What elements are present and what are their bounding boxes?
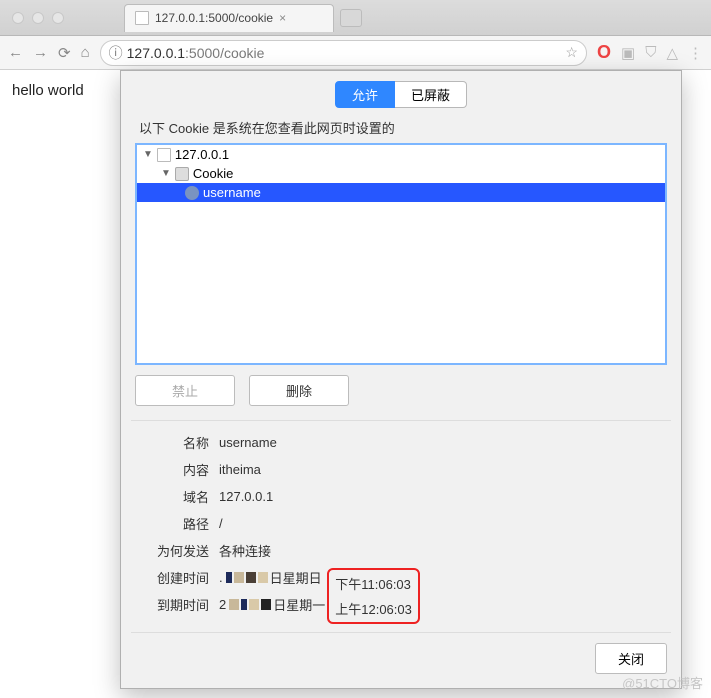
reload-icon[interactable]: ⟳	[58, 44, 71, 62]
disclosure-icon[interactable]: ▼	[143, 149, 153, 160]
warning-icon[interactable]: △	[666, 44, 678, 62]
browser-toolbar: ← → ⟳ ⌂ ⓘ 127.0.0.1:5000/cookie ☆ O ▣ ⛉ …	[0, 36, 711, 70]
created-time: 下午11:06:03	[335, 574, 412, 593]
cookie-dialog: 允许 已屏蔽 以下 Cookie 是系统在您查看此网页时设置的 ▼ 127.0.…	[120, 70, 682, 689]
expires-time: 上午12:06:03	[335, 599, 412, 618]
dialog-caption: 以下 Cookie 是系统在您查看此网页时设置的	[121, 114, 681, 143]
new-tab-button[interactable]	[340, 9, 362, 27]
opera-icon[interactable]: O	[597, 42, 611, 63]
redacted-icon	[226, 572, 268, 583]
label-domain: 域名	[139, 487, 209, 506]
label-created: 创建时间	[139, 568, 209, 587]
site-info-icon[interactable]: ⓘ	[109, 43, 123, 63]
watermark: @51CTO博客	[622, 673, 703, 692]
cookie-icon	[185, 186, 199, 200]
close-button[interactable]: 关闭	[595, 643, 667, 674]
value-send-for: 各种连接	[219, 541, 271, 560]
star-icon[interactable]: ☆	[565, 44, 578, 61]
tab-blocked[interactable]: 已屏蔽	[395, 81, 467, 108]
tab-allowed[interactable]: 允许	[335, 81, 395, 108]
traffic-lights	[0, 12, 64, 24]
zoom-window-icon[interactable]	[52, 12, 64, 24]
window-titlebar: 127.0.0.1:5000/cookie ×	[0, 0, 711, 36]
tree-cookie-label: username	[203, 185, 261, 200]
home-icon[interactable]: ⌂	[81, 44, 90, 61]
created-weekday: 日星期日	[270, 568, 322, 587]
highlight-box: 下午11:06:03 上午12:06:03	[327, 568, 420, 624]
page-icon	[135, 11, 149, 25]
url-bar[interactable]: ⓘ 127.0.0.1:5000/cookie ☆	[100, 40, 587, 66]
back-icon[interactable]: ←	[8, 44, 23, 61]
tab-title: 127.0.0.1:5000/cookie	[155, 11, 273, 25]
url-host: 127.0.0.1	[127, 45, 185, 61]
label-name: 名称	[139, 433, 209, 452]
shield-icon[interactable]: ⛉	[645, 44, 656, 61]
tree-buttons: 禁止 删除	[121, 365, 681, 420]
label-send-for: 为何发送	[139, 541, 209, 560]
expires-weekday: 日星期一	[273, 595, 325, 614]
tree-cookie-row[interactable]: username	[137, 183, 665, 202]
tree-group-row[interactable]: ▼ Cookie	[137, 164, 665, 183]
label-expires: 到期时间	[139, 595, 209, 614]
folder-icon	[175, 167, 189, 181]
value-path: /	[219, 516, 223, 531]
value-content: itheima	[219, 462, 261, 477]
dialog-footer: 关闭	[121, 633, 681, 688]
browser-tab[interactable]: 127.0.0.1:5000/cookie ×	[124, 4, 334, 32]
block-button[interactable]: 禁止	[135, 375, 235, 406]
tree-host-label: 127.0.0.1	[175, 147, 229, 162]
extension-icon[interactable]: ▣	[621, 44, 635, 62]
site-icon	[157, 148, 171, 162]
tree-host-row[interactable]: ▼ 127.0.0.1	[137, 145, 665, 164]
close-window-icon[interactable]	[12, 12, 24, 24]
label-content: 内容	[139, 460, 209, 479]
minimize-window-icon[interactable]	[32, 12, 44, 24]
value-name: username	[219, 435, 277, 450]
cookie-details: 名称 username 内容 itheima 域名 127.0.0.1 路径 / 为何发…	[121, 421, 681, 632]
tab-close-icon[interactable]: ×	[279, 11, 286, 25]
menu-icon[interactable]: ⋮	[688, 44, 703, 62]
toolbar-extensions: O ▣ ⛉ △ ⋮	[597, 42, 703, 63]
redacted-icon	[229, 599, 271, 610]
value-domain: 127.0.0.1	[219, 489, 273, 504]
tree-group-label: Cookie	[193, 166, 233, 181]
label-path: 路径	[139, 514, 209, 533]
disclosure-icon[interactable]: ▼	[161, 168, 171, 179]
url-rest: :5000/cookie	[185, 45, 264, 61]
forward-icon[interactable]: →	[33, 44, 48, 61]
cookie-tree[interactable]: ▼ 127.0.0.1 ▼ Cookie username	[135, 143, 667, 365]
remove-button[interactable]: 删除	[249, 375, 349, 406]
dialog-tabs: 允许 已屏蔽	[121, 71, 681, 114]
